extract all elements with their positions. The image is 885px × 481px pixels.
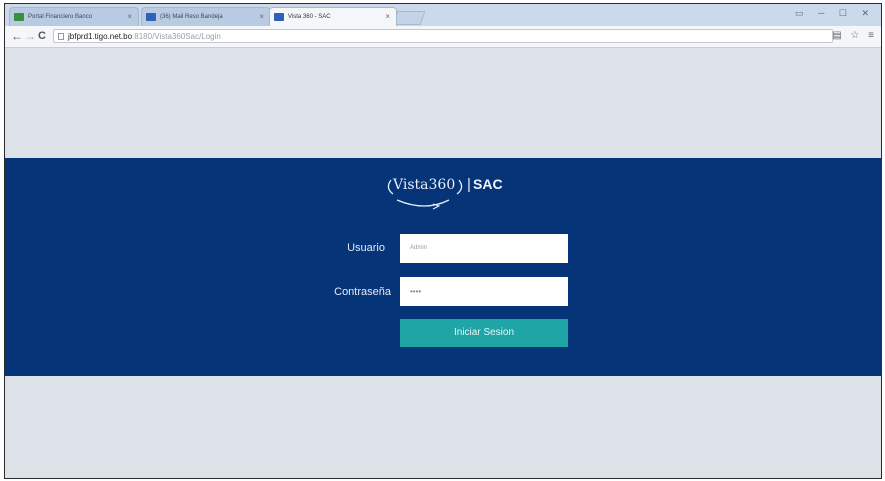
reload-icon[interactable]: C xyxy=(38,29,46,43)
back-icon[interactable]: ← xyxy=(11,29,23,43)
logo-swoosh-icon xyxy=(387,179,463,210)
new-tab-button[interactable] xyxy=(392,11,426,25)
tab-vista360[interactable]: Vista 360 - SAC × xyxy=(269,7,397,26)
toolbar-right-icons[interactable]: ▤ ☆ ≡ xyxy=(832,30,877,41)
username-label: Usuario xyxy=(347,242,385,254)
url-path: :8180/Vista360Sac/Login xyxy=(132,32,221,41)
login-band: Vista360 | SAC Usuario Admin Contraseña … xyxy=(5,158,881,376)
window-controls[interactable]: ▭ ─ ☐ ✕ xyxy=(795,8,875,19)
url-host: jbfprd1.tigo.net.bo xyxy=(68,32,133,41)
tab-close-icon[interactable]: × xyxy=(259,12,264,21)
logo-sac: SAC xyxy=(473,176,503,192)
tab-label: (36) Mail Reso Bandeja xyxy=(160,14,223,20)
tab-close-icon[interactable]: × xyxy=(385,12,390,21)
login-button[interactable]: Iniciar Sesion xyxy=(400,319,568,347)
username-input[interactable]: Admin xyxy=(400,234,568,263)
logo-separator: | xyxy=(467,176,471,193)
tab-strip: Portal Financiero Banco × (36) Mail Reso… xyxy=(5,4,881,26)
tab-close-icon[interactable]: × xyxy=(127,12,132,21)
password-input[interactable]: •••• xyxy=(400,277,568,306)
tab-mail[interactable]: (36) Mail Reso Bandeja × xyxy=(141,7,271,26)
tab-label: Vista 360 - SAC xyxy=(288,14,331,20)
vista360-logo: Vista360 | SAC xyxy=(5,176,881,216)
address-bar[interactable]: jbfprd1.tigo.net.bo:8180/Vista360Sac/Log… xyxy=(53,29,833,43)
tab-label: Portal Financiero Banco xyxy=(28,14,93,20)
page-icon xyxy=(58,33,64,40)
tab-favicon-icon xyxy=(146,13,156,21)
browser-toolbar: ← → C jbfprd1.tigo.net.bo:8180/Vista360S… xyxy=(5,26,881,48)
forward-icon[interactable]: → xyxy=(24,29,36,43)
password-label: Contraseña xyxy=(334,286,391,298)
page-content: Vista360 | SAC Usuario Admin Contraseña … xyxy=(5,48,881,478)
tab-portal-financiero[interactable]: Portal Financiero Banco × xyxy=(9,7,139,26)
tab-favicon-icon xyxy=(14,13,24,21)
tab-favicon-icon xyxy=(274,13,284,21)
browser-window: Portal Financiero Banco × (36) Mail Reso… xyxy=(4,3,882,479)
